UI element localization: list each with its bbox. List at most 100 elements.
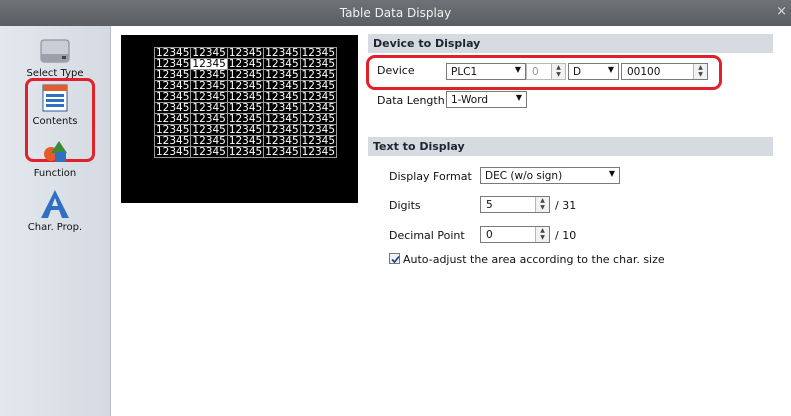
decimal-point-label: Decimal Point — [389, 229, 465, 242]
grid-row: 12345 12345 12345 12345 12345 — [153, 80, 338, 92]
grid-cell: 12345 — [153, 102, 192, 114]
letter-a-icon — [41, 190, 69, 218]
grid-cell: 12345 — [263, 135, 301, 147]
grid-cell: 12345 — [263, 146, 301, 158]
grid-cell: 12345 — [190, 69, 228, 81]
grid-cell: 12345 — [153, 124, 192, 136]
grid-row: 12345 12345 12345 12345 12345 — [153, 124, 338, 136]
grid-cell: 12345 — [190, 113, 228, 125]
grid-row: 12345 12345 12345 12345 12345 — [153, 113, 338, 125]
spin-down-icon[interactable]: ▼ — [694, 71, 707, 78]
spin-up-icon[interactable]: ▲ — [536, 227, 549, 234]
grid-cell: 12345 — [226, 102, 265, 114]
spin-up-icon[interactable]: ▲ — [694, 64, 707, 71]
grid-cell: 12345 — [153, 47, 192, 59]
grid-row: 12345 12345 12345 12345 12345 — [153, 91, 338, 103]
spin-buttons[interactable]: ▲ ▼ — [693, 64, 707, 79]
grid-row: 12345 12345 12345 12345 12345 — [153, 102, 338, 114]
grid-cell: 12345 — [190, 80, 228, 92]
digits-label: Digits — [389, 199, 421, 212]
window-title: Table Data Display — [339, 6, 452, 20]
station-value: 0 — [532, 66, 539, 78]
close-icon[interactable]: × — [776, 4, 787, 19]
data-length-label: Data Length — [377, 94, 445, 107]
text-section-header: Text to Display — [368, 137, 773, 156]
checkmark-icon — [391, 255, 400, 264]
grid-cell: 12345 — [263, 58, 301, 70]
grid-cell: 12345 — [299, 80, 338, 92]
grid-cell: 12345 — [299, 135, 338, 147]
grid-row: 12345 12345 12345 12345 12345 — [153, 135, 338, 147]
grid-cell: 12345 — [153, 69, 192, 81]
preview-grid: 12345 12345 12345 12345 12345 12345 12345 12345… — [153, 47, 338, 158]
spin-down-icon[interactable]: ▼ — [536, 234, 549, 241]
grid-cell: 12345 — [153, 80, 192, 92]
chevron-down-icon: ▼ — [515, 93, 522, 102]
grid-cell: 12345 — [263, 102, 301, 114]
spin-up-icon[interactable]: ▲ — [552, 64, 565, 71]
grid-cell: 12345 — [226, 69, 265, 81]
drive-icon — [40, 39, 70, 63]
grid-cell: 12345 — [190, 47, 228, 59]
grid-cell: 12345 — [190, 135, 228, 147]
grid-cell: 12345 — [226, 135, 265, 147]
grid-cell: 12345 — [153, 58, 192, 70]
grid-cell: 12345 — [226, 124, 265, 136]
grid-cell: 12345 — [226, 146, 265, 158]
spin-down-icon[interactable]: ▼ — [536, 204, 549, 211]
device-type-select[interactable]: D ▼ — [568, 63, 619, 80]
decimal-point-stepper[interactable]: 0 ▲ ▼ — [480, 226, 550, 243]
station-stepper[interactable]: 0 ▲ ▼ — [526, 63, 566, 80]
grid-cell: 12345 — [190, 58, 228, 70]
grid-cell: 12345 — [299, 69, 338, 81]
grid-row: 12345 12345 12345 12345 12345 — [153, 146, 338, 158]
spin-buttons[interactable]: ▲ ▼ — [535, 197, 549, 212]
grid-cell: 12345 — [226, 80, 265, 92]
grid-cell: 12345 — [226, 91, 265, 103]
display-format-select[interactable]: DEC (w/o sign) ▼ — [480, 167, 620, 184]
grid-cell: 12345 — [153, 146, 192, 158]
grid-cell: 12345 — [263, 113, 301, 125]
grid-cell: 12345 — [263, 47, 301, 59]
grid-cell: 12345 — [299, 47, 338, 59]
device-section-title: Device to Display — [373, 37, 481, 50]
data-length-select[interactable]: 1-Word ▼ — [446, 91, 527, 108]
chevron-down-icon: ▼ — [608, 169, 615, 178]
grid-cell: 12345 — [299, 124, 338, 136]
grid-cell: 12345 — [153, 135, 192, 147]
decimal-point-max: / 10 — [555, 229, 577, 242]
device-address-stepper[interactable]: 00100 ▲ ▼ — [621, 63, 708, 80]
table-preview: 12345 12345 12345 12345 12345 12345 12345 12345… — [121, 35, 358, 203]
spin-buttons[interactable]: ▲ ▼ — [535, 227, 549, 242]
grid-cell: 12345 — [153, 113, 192, 125]
title-bar: Table Data Display × — [0, 0, 791, 26]
auto-adjust-label: Auto-adjust the area according to the ch… — [403, 253, 665, 266]
grid-cell: 12345 — [263, 124, 301, 136]
spin-up-icon[interactable]: ▲ — [536, 197, 549, 204]
display-format-value: DEC (w/o sign) — [485, 170, 563, 182]
data-length-value: 1-Word — [451, 94, 489, 106]
sidebar-item-char-prop[interactable]: Char. Prop. — [0, 188, 110, 233]
grid-row: 12345 12345 12345 12345 12345 — [153, 47, 338, 59]
grid-cell: 12345 — [226, 58, 265, 70]
sidebar-item-select-type[interactable]: Select Type — [0, 36, 110, 79]
grid-cell: 12345 — [299, 91, 338, 103]
device-plc-select[interactable]: PLC1 ▼ — [446, 63, 526, 80]
sidebar-item-label: Function — [33, 168, 77, 179]
grid-cell: 12345 — [226, 47, 265, 59]
spin-buttons[interactable]: ▲ ▼ — [551, 64, 565, 79]
decimal-point-value: 0 — [486, 229, 493, 241]
digits-value: 5 — [486, 199, 493, 211]
auto-adjust-checkbox[interactable] — [389, 253, 400, 264]
grid-cell: 12345 — [153, 91, 192, 103]
spin-down-icon[interactable]: ▼ — [552, 71, 565, 78]
grid-cell: 12345 — [190, 146, 228, 158]
sidebar-item-label: Char. Prop. — [27, 222, 83, 233]
grid-cell: 12345 — [190, 124, 228, 136]
digits-max: / 31 — [555, 199, 577, 212]
grid-cell: 12345 — [226, 113, 265, 125]
device-section-header: Device to Display — [368, 34, 773, 53]
digits-stepper[interactable]: 5 ▲ ▼ — [480, 196, 550, 213]
device-label: Device — [377, 64, 415, 77]
sidebar-item-function[interactable]: Function — [0, 138, 110, 179]
